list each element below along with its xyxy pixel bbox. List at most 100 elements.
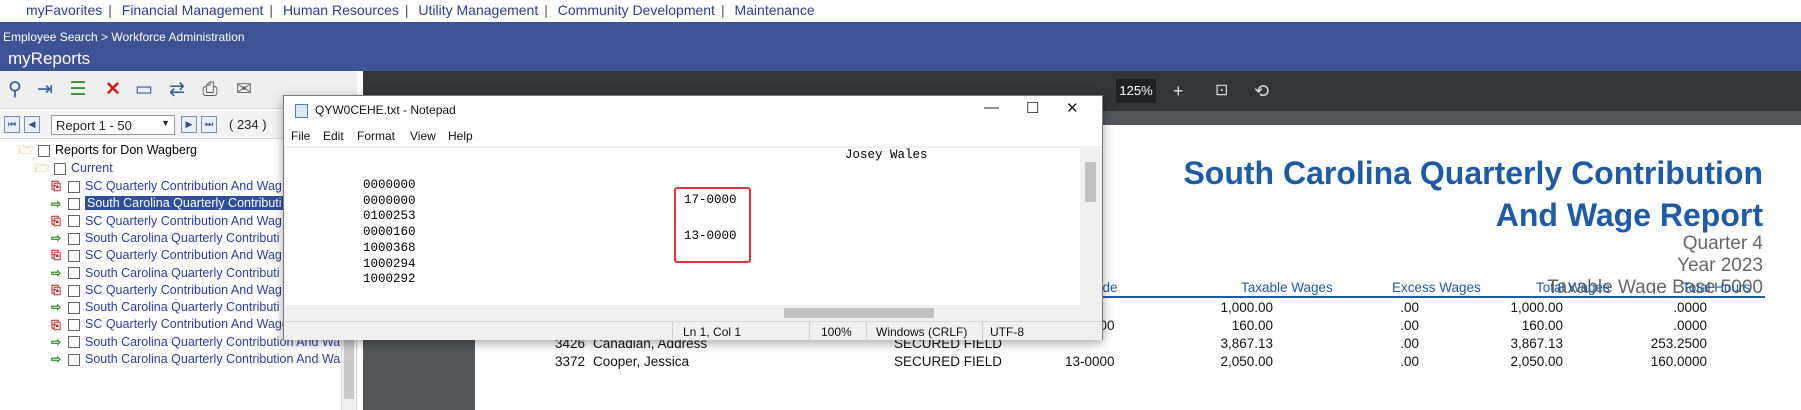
tree-report-item[interactable]: ⎘ SC Quarterly Contribution And Wag [47, 282, 282, 299]
run-icon: ⇨ [50, 300, 62, 315]
notepad-statusbar: Ln 1, Col 1 100% Windows (CRLF) UTF-8 [284, 321, 1102, 341]
tree-root[interactable]: 🗁 Reports for Don Wagberg [17, 142, 197, 159]
report-title-line1: South Carolina Quarterly Contribution [1183, 155, 1763, 191]
menu-file[interactable]: File [291, 129, 310, 143]
report-cell-id: 3372 [555, 354, 586, 369]
report-cell-excess: .00 [1400, 354, 1419, 369]
col-header-hours: Total Hours [1682, 280, 1751, 295]
notepad-title: QYW0CEHE.txt - Notepad [315, 103, 456, 117]
tree-item-checkbox[interactable] [68, 249, 80, 262]
pdf-icon: ⎘ [51, 283, 61, 297]
tree-item-checkbox[interactable] [68, 267, 80, 280]
menu-edit[interactable]: Edit [323, 129, 344, 143]
nav-maintenance[interactable]: Maintenance [734, 2, 814, 18]
tree-report-item[interactable]: ⎘ SC Quarterly Contribution And Wag [47, 247, 282, 264]
menu-view[interactable]: View [410, 129, 436, 143]
list-details-icon[interactable]: ☰ [66, 79, 90, 101]
notepad-hscroll[interactable] [285, 305, 1081, 321]
pdf-icon: ⎘ [51, 248, 61, 263]
run-icon: ⇨ [50, 352, 62, 367]
rotate-icon[interactable]: ⟲ [1254, 79, 1269, 103]
nav-community-development[interactable]: Community Development [558, 2, 715, 18]
open-report-icon[interactable]: ⇥ [33, 79, 57, 101]
pdf-icon: ⎘ [51, 179, 61, 194]
tree-item-label: South Carolina Quarterly Contributi [85, 230, 280, 245]
notepad-line: 1000292 [363, 272, 416, 287]
next-page-icon[interactable]: ▶ [181, 116, 197, 133]
maximize-icon[interactable]: ☐ [1026, 99, 1039, 117]
pdf-icon: ⎘ [51, 213, 61, 228]
pdf-icon: ⎘ [51, 317, 61, 332]
tree-report-item[interactable]: ⇨ South Carolina Quarterly Contributi [47, 265, 280, 282]
col-header-taxable: Taxable Wages [1241, 280, 1333, 295]
report-cell-taxable: 2,050.00 [1220, 354, 1273, 369]
nav-myfavorites[interactable]: myFavorites [26, 2, 102, 18]
tree-item-label: South Carolina Quarterly Contribution An… [85, 352, 341, 366]
report-cell-total: 160.00 [1521, 318, 1563, 333]
tree-report-item[interactable]: ⇨ South Carolina Quarterly Contributi [47, 299, 280, 316]
page-title: myReports [8, 49, 91, 68]
notepad-vscroll[interactable] [1081, 148, 1100, 305]
run-icon: ⇨ [50, 231, 62, 246]
close-icon[interactable]: ✕ [1066, 99, 1079, 117]
notepad-line: 0000000 [363, 193, 416, 208]
zoom-level[interactable]: 125% [1116, 79, 1156, 103]
nav-financial-management[interactable]: Financial Management [122, 2, 264, 18]
last-page-icon[interactable]: ⏭ [201, 116, 217, 133]
zoom-in-icon[interactable]: + [1173, 79, 1184, 103]
tree-item-label: South Carolina Quarterly Contributi [85, 300, 280, 315]
tree-root-checkbox[interactable] [38, 144, 50, 157]
tree-report-item[interactable]: ⇨ South Carolina Quarterly Contribution A… [47, 351, 340, 368]
refresh-icon[interactable]: ⇄ [165, 79, 189, 101]
tree-report-item[interactable]: ⇨ South Carolina Quarterly Contributi [47, 230, 280, 247]
report-title-line2: And Wage Report [1495, 197, 1763, 233]
prev-page-icon[interactable]: ◀ [24, 116, 40, 133]
run-icon: ⇨ [50, 196, 62, 211]
delete-icon[interactable]: ✕ [101, 79, 125, 101]
tree-item-label: SC Quarterly Contribution And Wag [85, 282, 282, 297]
run-icon: ⇨ [50, 265, 62, 280]
tree-report-item[interactable]: ⎘ SC Quarterly Contribution And Wag [47, 178, 282, 195]
tree-item-checkbox[interactable] [68, 198, 80, 210]
nav-utility-management[interactable]: Utility Management [418, 2, 538, 18]
breadcrumb[interactable]: Employee Search > Workforce Administrati… [3, 30, 245, 44]
first-page-icon[interactable]: ⏮ [4, 116, 20, 133]
tree-item-checkbox[interactable] [68, 353, 80, 366]
tree-root-label: Reports for Don Wagberg [55, 143, 197, 157]
notepad-hscroll-thumb[interactable] [784, 308, 934, 318]
report-cell-excess: .00 [1400, 336, 1419, 351]
rename-icon[interactable]: ▭ [132, 79, 156, 101]
notepad-vscroll-thumb[interactable] [1085, 162, 1096, 202]
tree-folder-checkbox[interactable] [54, 162, 66, 175]
folder-open-icon: 🗁 [34, 161, 50, 176]
tree-item-checkbox[interactable] [68, 232, 80, 245]
tree-item-checkbox[interactable] [68, 301, 80, 314]
notepad-line: 0000000 [363, 178, 416, 192]
tree-item-checkbox[interactable] [68, 319, 80, 332]
tree-report-item[interactable]: ⎘ SC Quarterly Contribution And Wag [47, 213, 282, 230]
minimize-icon[interactable]: — [984, 99, 999, 116]
tree-item-label: SC Quarterly Contribution And Wag [85, 179, 282, 193]
tree-item-checkbox[interactable] [68, 336, 80, 349]
notepad-titlebar[interactable]: QYW0CEHE.txt - Notepad — ☐ ✕ [284, 96, 1102, 126]
highlight-box [674, 187, 751, 263]
report-cell-name: Cooper, Jessica [593, 354, 690, 369]
tree-folder-current[interactable]: 🗁 Current [33, 160, 113, 177]
report-cell-total: 1,000.00 [1510, 300, 1563, 315]
fit-page-icon[interactable]: ⊡ [1215, 79, 1228, 103]
report-cell-hours: .0000 [1673, 318, 1707, 333]
tree-item-checkbox[interactable] [68, 180, 80, 193]
email-icon[interactable]: ✉ [232, 79, 256, 101]
tree-item-checkbox[interactable] [68, 284, 80, 297]
report-cell-taxable: 1,000.00 [1220, 300, 1273, 315]
tree-report-item[interactable]: ⇨ South Carolina Quarterly Contributi [47, 195, 284, 212]
nav-human-resources[interactable]: Human Resources [283, 2, 399, 18]
report-range-select[interactable]: Report 1 - 50 ▼ [51, 115, 175, 135]
tree-item-checkbox[interactable] [68, 215, 80, 228]
print-icon[interactable]: ⎙ [198, 79, 222, 101]
search-icon[interactable]: ⚲ [3, 79, 27, 101]
report-cell-taxable: 160.00 [1231, 318, 1273, 333]
menu-help[interactable]: Help [448, 129, 473, 143]
menu-format[interactable]: Format [357, 129, 395, 143]
notepad-menubar: File Edit Format View Help [284, 126, 1102, 146]
